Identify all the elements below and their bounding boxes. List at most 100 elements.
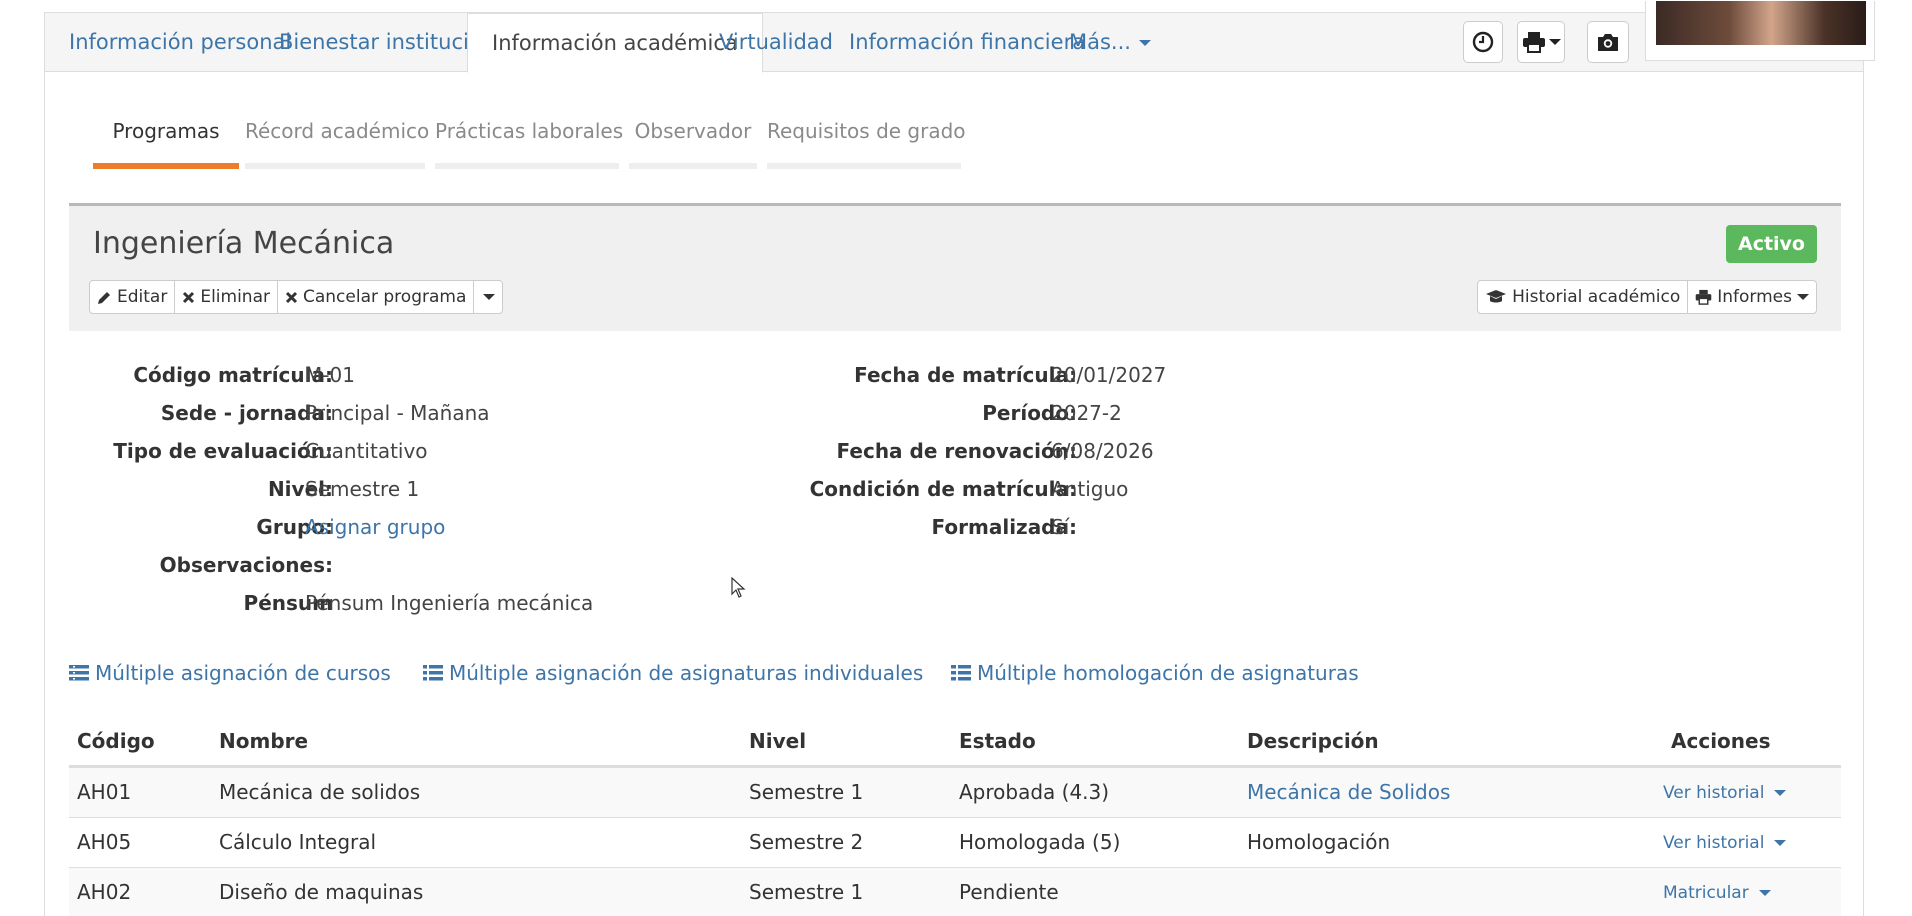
label-fecha-matricula: Fecha de matrícula: bbox=[854, 363, 1077, 387]
multi-subject-assignment-link[interactable]: Múltiple asignación de asignaturas indiv… bbox=[423, 661, 923, 685]
print-dropdown-button[interactable] bbox=[1517, 21, 1565, 63]
tab-mas-label: Más... bbox=[1069, 30, 1131, 54]
cell-state: Pendiente bbox=[959, 880, 1059, 904]
status-badge: Activo bbox=[1725, 225, 1817, 263]
times-icon bbox=[285, 291, 298, 303]
chevron-down-icon bbox=[1774, 840, 1787, 846]
value-codigo-matricula: M-01 bbox=[305, 363, 355, 387]
tab-mas-dropdown[interactable]: Más... bbox=[1045, 13, 1175, 72]
print-icon bbox=[1695, 289, 1712, 305]
view-history-label: Ver historial bbox=[1663, 783, 1765, 803]
value-periodo: 2027-2 bbox=[1051, 401, 1122, 425]
academic-history-button[interactable]: Historial académico bbox=[1478, 281, 1689, 313]
chevron-down-icon bbox=[1797, 294, 1809, 300]
value-pensum: Pénsum Ingeniería mecánica bbox=[305, 591, 594, 615]
assign-group-link[interactable]: Asignar grupo bbox=[305, 515, 445, 539]
main-frame: Información personal Bienestar instituci… bbox=[44, 1, 1875, 916]
value-tipo-evaluacion: Cuantitativo bbox=[305, 439, 428, 463]
value-nivel: Semestre 1 bbox=[305, 477, 420, 501]
multi-course-assignment-link[interactable]: Múltiple asignación de cursos bbox=[69, 661, 391, 685]
value-condicion-matricula: Antiguo bbox=[1051, 477, 1129, 501]
table-row: AH05 Cálculo Integral Semestre 2 Homolog… bbox=[69, 817, 1841, 867]
edit-label: Editar bbox=[117, 287, 168, 307]
top-tab-bar: Información personal Bienestar instituci… bbox=[45, 1, 1875, 73]
print-icon bbox=[1522, 32, 1545, 53]
mouse-cursor-icon bbox=[731, 577, 746, 598]
chevron-down-icon bbox=[1548, 39, 1561, 45]
label-observaciones: Observaciones: bbox=[159, 553, 333, 577]
subtab-programas-label: Programas bbox=[112, 119, 220, 143]
subtab-observador[interactable]: Observador bbox=[629, 109, 757, 169]
table-row: AH02 Diseño de maquinas Semestre 1 Pendi… bbox=[69, 867, 1841, 916]
delete-label: Eliminar bbox=[200, 287, 270, 307]
clock-button[interactable] bbox=[1463, 21, 1503, 63]
header-acciones: Acciones bbox=[1671, 729, 1771, 753]
header-codigo[interactable]: Código bbox=[77, 729, 155, 753]
clock-icon bbox=[1472, 31, 1494, 53]
cancel-program-button[interactable]: Cancelar programa bbox=[278, 281, 475, 313]
cell-level: Semestre 1 bbox=[749, 780, 864, 804]
cell-level: Semestre 1 bbox=[749, 880, 864, 904]
enroll-dropdown[interactable]: Matricular bbox=[1663, 883, 1771, 903]
program-panel: Ingeniería Mecánica Activo Editar Elimin… bbox=[69, 203, 1841, 331]
cell-description: Homologación bbox=[1247, 830, 1391, 854]
multi-course-assignment-label: Múltiple asignación de cursos bbox=[95, 661, 391, 685]
edit-button[interactable]: Editar bbox=[90, 281, 176, 313]
multi-homologation-link[interactable]: Múltiple homologación de asignaturas bbox=[951, 661, 1359, 685]
list-icon bbox=[69, 665, 89, 681]
cancel-program-label: Cancelar programa bbox=[302, 287, 467, 307]
label-tipo-evaluacion: Tipo de evaluación: bbox=[113, 439, 333, 463]
camera-icon bbox=[1598, 34, 1618, 51]
list-icon bbox=[951, 665, 971, 681]
cell-name: Mecánica de solidos bbox=[219, 780, 421, 804]
cell-name: Diseño de maquinas bbox=[219, 880, 424, 904]
times-icon bbox=[183, 291, 195, 303]
cell-description-link[interactable]: Mecánica de Solidos bbox=[1247, 780, 1450, 804]
graduation-cap-icon bbox=[1486, 290, 1507, 303]
avatar-photo bbox=[1656, 1, 1866, 45]
cell-name: Cálculo Integral bbox=[219, 830, 377, 854]
list-icon bbox=[423, 665, 443, 681]
multi-homologation-label: Múltiple homologación de asignaturas bbox=[977, 661, 1359, 685]
reports-dropdown[interactable]: Informes bbox=[1688, 281, 1816, 313]
chevron-down-icon bbox=[1774, 790, 1787, 796]
label-fecha-renovacion: Fecha de renovación: bbox=[836, 439, 1077, 463]
label-codigo-matricula: Código matrícula: bbox=[133, 363, 333, 387]
chevron-down-icon bbox=[1138, 40, 1151, 46]
view-history-dropdown[interactable]: Ver historial bbox=[1663, 833, 1787, 853]
value-fecha-renovacion: 6/08/2026 bbox=[1051, 439, 1154, 463]
cell-code: AH05 bbox=[77, 830, 132, 854]
avatar[interactable] bbox=[1645, 1, 1875, 61]
view-history-dropdown[interactable]: Ver historial bbox=[1663, 783, 1787, 803]
value-formalizada: Sí bbox=[1051, 515, 1070, 539]
view-history-label: Ver historial bbox=[1663, 833, 1765, 853]
program-right-group: Historial académico Informes bbox=[1477, 280, 1817, 314]
table-row: AH01 Mecánica de solidos Semestre 1 Apro… bbox=[69, 767, 1841, 817]
program-actions-group: Editar Eliminar Cancelar programa bbox=[89, 280, 504, 314]
academic-history-label: Historial académico bbox=[1512, 287, 1681, 307]
subtab-programas[interactable]: Programas bbox=[93, 109, 239, 169]
subtab-record-label: Récord académico bbox=[245, 119, 430, 143]
header-descripcion[interactable]: Descripción bbox=[1247, 729, 1379, 753]
multi-subject-assignment-label: Múltiple asignación de asignaturas indiv… bbox=[449, 661, 924, 685]
cell-state: Homologada (5) bbox=[959, 830, 1121, 854]
pencil-icon bbox=[98, 291, 110, 304]
subtab-requisitos-grado[interactable]: Requisitos de grado bbox=[767, 109, 966, 169]
value-sede-jornada: Principal - Mañana bbox=[305, 401, 490, 425]
delete-button[interactable]: Eliminar bbox=[175, 281, 278, 313]
cell-level: Semestre 2 bbox=[749, 830, 864, 854]
header-estado[interactable]: Estado bbox=[959, 729, 1036, 753]
chevron-down-icon bbox=[1758, 890, 1771, 896]
header-nivel[interactable]: Nivel bbox=[749, 729, 806, 753]
camera-button[interactable] bbox=[1587, 21, 1629, 63]
value-fecha-matricula: 20/01/2027 bbox=[1051, 363, 1167, 387]
cell-code: AH02 bbox=[77, 880, 132, 904]
header-nombre[interactable]: Nombre bbox=[219, 729, 308, 753]
subtab-record-academico[interactable]: Récord académico bbox=[245, 109, 430, 169]
subtab-requisitos-label: Requisitos de grado bbox=[767, 119, 966, 143]
chevron-down-icon bbox=[483, 294, 496, 300]
more-actions-dropdown[interactable] bbox=[474, 281, 502, 313]
label-condicion-matricula: Condición de matrícula: bbox=[809, 477, 1077, 501]
cell-state: Aprobada (4.3) bbox=[959, 780, 1110, 804]
subtab-practicas-laborales[interactable]: Prácticas laborales bbox=[435, 109, 623, 169]
